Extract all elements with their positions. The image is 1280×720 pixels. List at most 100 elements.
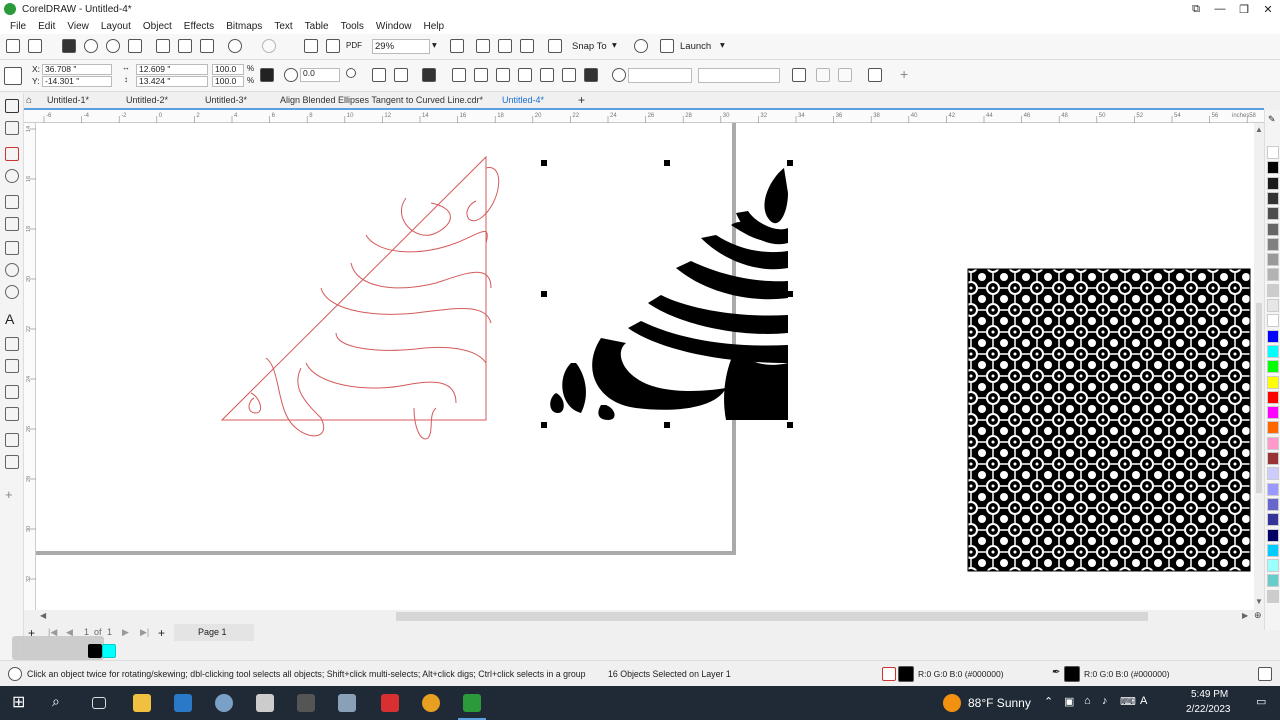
drop-shadow-tool-icon[interactable]	[5, 385, 19, 399]
to-front-icon[interactable]	[816, 68, 830, 82]
palette-swatch[interactable]	[1267, 191, 1279, 205]
tab-untitled-3[interactable]: Untitled-3*	[205, 95, 247, 105]
add-property-icon[interactable]: +	[900, 66, 908, 82]
intersect-icon[interactable]	[496, 68, 510, 82]
task-view-icon[interactable]	[92, 697, 106, 709]
horizontal-scrollbar[interactable]: ◀ ▶ ⊕	[36, 610, 1264, 623]
palette-swatch[interactable]	[1267, 299, 1279, 312]
maximize-button[interactable]: ❐	[1232, 0, 1256, 18]
horizontal-ruler[interactable]: -6 -4 -2 0 2 4 6 8 10 12 14 16 18 20 22 24 26 28 30 32 34 36 3…	[24, 110, 1264, 123]
height-field[interactable]: 13.424 "	[136, 76, 208, 87]
snap-to-icon[interactable]	[548, 39, 562, 53]
show-grid-icon[interactable]	[498, 39, 512, 53]
keyboard-icon[interactable]: ⌨	[1120, 695, 1136, 708]
tab-untitled-4[interactable]: Untitled-4*	[502, 95, 544, 105]
palette-swatch[interactable]	[1267, 452, 1279, 465]
horizontal-scroll-thumb[interactable]	[396, 612, 1148, 621]
line-style-select[interactable]	[698, 68, 780, 83]
palette-swatch[interactable]	[1267, 283, 1279, 297]
palette-swatch[interactable]	[1267, 329, 1279, 343]
pattern-tile[interactable]	[967, 268, 1251, 572]
zoom-level-field[interactable]: 29%	[372, 39, 430, 54]
cloud-upload-icon[interactable]	[84, 39, 98, 53]
palette-swatch[interactable]	[1267, 360, 1279, 374]
freehand-tool-icon[interactable]	[5, 195, 19, 209]
cloud-download-icon[interactable]	[106, 39, 120, 53]
copy-icon[interactable]	[178, 39, 192, 53]
weld-icon[interactable]	[452, 68, 466, 82]
ellipse-tool-icon[interactable]	[5, 263, 19, 277]
palette-swatch[interactable]	[1267, 268, 1279, 282]
notifications-icon[interactable]: ▭	[1256, 695, 1266, 708]
text-tool-icon[interactable]: A	[5, 311, 19, 327]
status-more-icon[interactable]	[1258, 667, 1272, 681]
add-page-after-icon[interactable]: +	[158, 626, 165, 640]
object-origin-icon[interactable]	[4, 67, 22, 85]
launch-dropdown-icon[interactable]: ▾	[720, 40, 725, 51]
to-back-icon[interactable]	[838, 68, 852, 82]
create-boundary-icon[interactable]	[584, 68, 598, 82]
last-page-icon[interactable]: ▶|	[140, 627, 149, 638]
menu-help[interactable]: Help	[418, 21, 451, 32]
paste-icon[interactable]	[200, 39, 214, 53]
parallel-dimension-tool-icon[interactable]	[5, 337, 19, 351]
menu-file[interactable]: File	[4, 21, 32, 32]
redo-icon[interactable]	[262, 39, 276, 53]
export-icon[interactable]	[326, 39, 340, 53]
width-field[interactable]: 12.609 "	[136, 64, 208, 75]
status-settings-icon[interactable]	[8, 667, 22, 681]
tab-align-blended-ellipses[interactable]: Align Blended Ellipses Tangent to Curved…	[280, 95, 483, 105]
menu-edit[interactable]: Edit	[32, 21, 61, 32]
app-tool-icon[interactable]	[256, 694, 274, 712]
outline-width-field[interactable]	[628, 68, 692, 83]
restore-panels-button[interactable]: ⧉	[1184, 0, 1208, 18]
scroll-right-icon[interactable]: ▶	[1242, 611, 1248, 620]
zoom-navigator-icon[interactable]: ⊕	[1254, 610, 1262, 621]
new-document-icon[interactable]	[6, 39, 20, 53]
save-icon[interactable]	[62, 39, 76, 53]
snap-to-dropdown-icon[interactable]: ▾	[612, 40, 617, 51]
mirror-vertical-icon[interactable]	[394, 68, 408, 82]
tab-untitled-1[interactable]: Untitled-1*	[47, 95, 89, 105]
scroll-down-icon[interactable]: ▼	[1255, 597, 1263, 606]
x-position-field[interactable]: 36.708 "	[42, 64, 112, 75]
new-tab-icon[interactable]: +	[578, 93, 585, 107]
wrap-text-icon[interactable]	[792, 68, 806, 82]
palette-swatch[interactable]	[1267, 559, 1279, 573]
search-icon[interactable]: ⌕	[52, 693, 70, 711]
app-s-icon[interactable]	[174, 694, 192, 712]
rotate-icon[interactable]	[284, 68, 298, 82]
palette-swatch[interactable]	[1267, 543, 1279, 557]
menu-layout[interactable]: Layout	[95, 21, 137, 32]
scroll-left-icon[interactable]: ◀	[40, 611, 46, 620]
palette-swatch[interactable]	[1267, 207, 1279, 221]
palette-swatch[interactable]	[1267, 436, 1279, 450]
palette-swatch[interactable]	[1267, 497, 1279, 511]
show-rulers-icon[interactable]	[476, 39, 490, 53]
lock-ratio-icon[interactable]	[260, 68, 274, 82]
pick-tool-icon[interactable]	[5, 99, 19, 113]
menu-window[interactable]: Window	[370, 21, 418, 32]
menu-tools[interactable]: Tools	[335, 21, 370, 32]
language-icon[interactable]: A	[1140, 695, 1147, 707]
drawing-canvas[interactable]	[36, 123, 1254, 610]
crop-tool-icon[interactable]	[5, 147, 19, 161]
group-icon[interactable]	[422, 68, 436, 82]
connector-tool-icon[interactable]	[5, 359, 19, 373]
scale-width-field[interactable]: 100.0	[212, 64, 244, 75]
palette-swatch[interactable]	[1267, 467, 1279, 481]
y-position-field[interactable]: -14.301 "	[42, 76, 112, 87]
outline-pen-icon[interactable]	[612, 68, 626, 82]
open-icon[interactable]	[28, 39, 42, 53]
front-minus-back-icon[interactable]	[540, 68, 554, 82]
home-tab-icon[interactable]: ⌂	[26, 95, 32, 106]
network-icon[interactable]: ⌂	[1084, 695, 1091, 707]
shape-tool-icon[interactable]	[5, 121, 19, 135]
next-page-icon[interactable]: ▶	[122, 627, 129, 638]
artistic-media-tool-icon[interactable]	[5, 217, 19, 231]
clock-date[interactable]: 2/22/2023	[1186, 704, 1231, 715]
app-red-s-icon[interactable]	[381, 694, 399, 712]
undo-icon[interactable]	[228, 39, 242, 53]
palette-swatch[interactable]	[1267, 222, 1279, 236]
palette-swatch[interactable]	[1267, 176, 1279, 190]
